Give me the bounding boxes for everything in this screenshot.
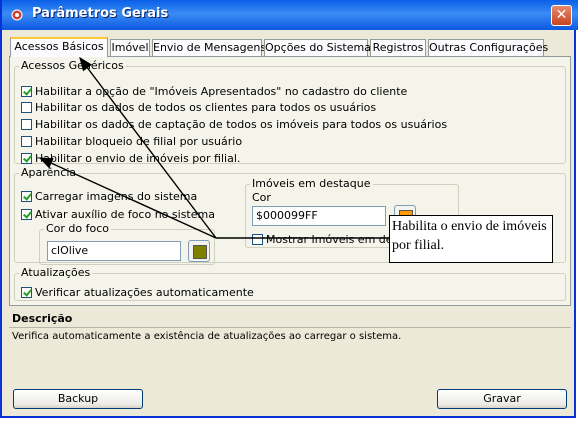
group-legend: Atualizações	[21, 266, 91, 279]
checkbox[interactable]	[252, 233, 263, 245]
option-envio-imoveis-filial[interactable]: Habilitar o envio de imóveis por filial.	[21, 151, 240, 167]
cor-do-foco-group: Cor do foco clOlive	[39, 223, 215, 265]
window-title: Parâmetros Gerais	[32, 6, 169, 21]
option-imoveis-apresentados[interactable]: Habilitar a opção de "Imóveis Apresentad…	[21, 84, 407, 100]
dialog-window: Parâmetros Gerais ✕ Acessos Básicos Imóv…	[0, 0, 578, 418]
gravar-button[interactable]: Gravar	[437, 389, 567, 409]
option-bloqueio-filial[interactable]: Habilitar bloqueio de filial por usuário	[21, 134, 242, 150]
close-icon: ✕	[555, 7, 568, 23]
checkbox[interactable]	[21, 101, 32, 113]
close-button[interactable]: ✕	[551, 5, 572, 26]
checkbox[interactable]	[21, 286, 32, 298]
cor-label: Cor	[252, 191, 271, 204]
checkbox[interactable]	[21, 190, 32, 202]
acessos-genericos-group: Acessos Genéricos Habilitar a opção de "…	[14, 59, 566, 167]
description-title: Descrição	[12, 312, 73, 325]
cor-destaque-input[interactable]: $000099FF	[252, 206, 386, 226]
title-bar[interactable]: Parâmetros Gerais ✕	[2, 0, 578, 30]
option-carregar-imagens[interactable]: Carregar imagens do sistema	[21, 189, 197, 205]
tab-acessos-basicos[interactable]: Acessos Básicos	[10, 37, 108, 57]
description-divider	[9, 310, 571, 328]
option-ativar-foco[interactable]: Ativar auxílio de foco no sistema	[21, 207, 215, 223]
settings-icon	[11, 9, 23, 21]
checkbox[interactable]	[21, 152, 32, 164]
tab-imovel[interactable]: Imóvel	[110, 39, 150, 56]
annotation-callout: Habilita o envio de imóveis por filial.	[389, 215, 553, 263]
tab-panel: Acessos Genéricos Habilitar a opção de "…	[9, 56, 571, 306]
option-dados-clientes[interactable]: Habilitar os dados de todos os clientes …	[21, 100, 376, 116]
tab-outras-configuracoes[interactable]: Outras Configurações	[428, 39, 548, 56]
checkbox[interactable]	[21, 135, 32, 147]
tab-opcoes-sistema[interactable]: Opções do Sistema	[264, 39, 371, 56]
group-legend: Cor do foco	[46, 222, 110, 235]
option-dados-captacao[interactable]: Habilitar os dados de captação de todos …	[21, 117, 447, 133]
cor-foco-input[interactable]: clOlive	[47, 241, 181, 261]
cor-foco-picker-button[interactable]	[188, 240, 210, 262]
checkbox[interactable]	[21, 208, 32, 220]
color-swatch-icon	[193, 245, 207, 259]
tab-registros[interactable]: Registros	[370, 39, 426, 56]
group-legend: Imóveis em destaque	[252, 177, 371, 190]
atualizacoes-group: Atualizações Verificar atualizações auto…	[14, 267, 566, 301]
tab-envio-mensagens[interactable]: Envio de Mensagens	[152, 39, 266, 56]
group-legend: Aparência	[21, 166, 77, 179]
description-text: Verifica automaticamente a existência de…	[12, 331, 402, 342]
option-verificar-atualizacoes[interactable]: Verificar atualizações automaticamente	[21, 285, 254, 301]
backup-button[interactable]: Backup	[13, 389, 143, 409]
checkbox[interactable]	[21, 85, 32, 97]
checkbox[interactable]	[21, 118, 32, 130]
group-legend: Acessos Genéricos	[21, 59, 124, 72]
